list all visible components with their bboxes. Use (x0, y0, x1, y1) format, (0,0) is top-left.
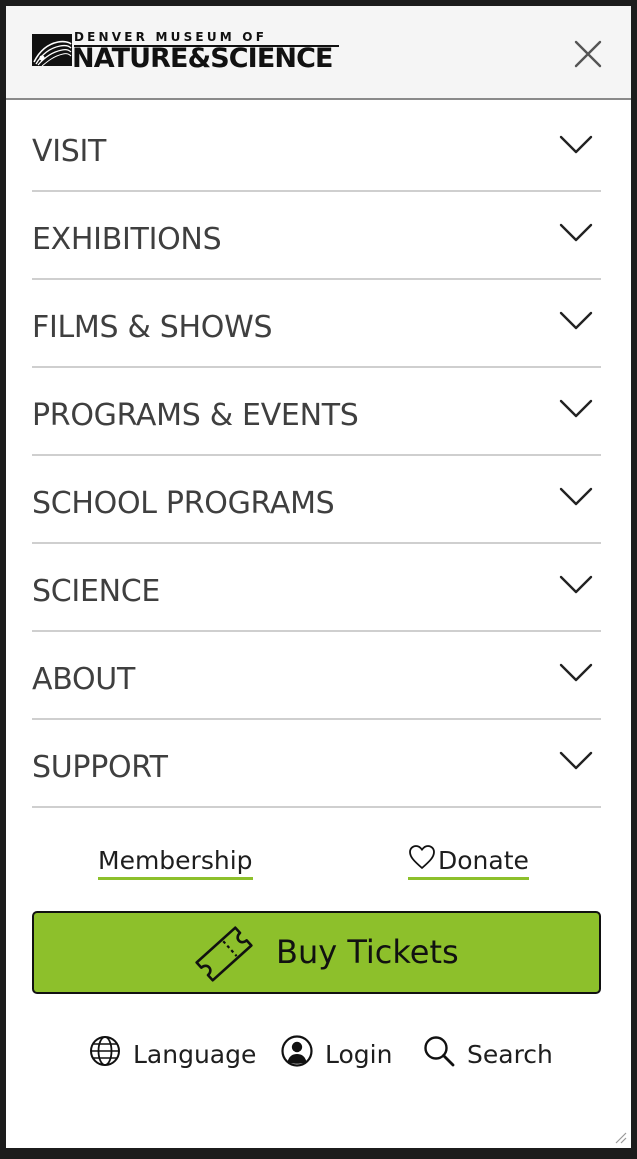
nav-item-label: SUPPORT (32, 750, 168, 785)
nav-item-label: FILMS & SHOWS (32, 310, 273, 345)
donate-link[interactable]: Donate (408, 845, 529, 880)
buy-tickets-button[interactable]: Buy Tickets (32, 911, 601, 994)
chevron-down-icon[interactable] (559, 486, 593, 508)
menu-header: DENVER MUSEUM OF NATURE&SCIENCE (6, 6, 631, 100)
membership-link[interactable]: Membership (98, 846, 253, 880)
nav-item-label: ABOUT (32, 662, 135, 697)
nav-item-exhibitions[interactable]: EXHIBITIONS (32, 192, 601, 280)
nav-item-label: VISIT (32, 134, 107, 169)
donate-label: Donate (438, 846, 529, 875)
heart-icon (409, 845, 435, 869)
museum-logo[interactable]: DENVER MUSEUM OF NATURE&SCIENCE (32, 30, 352, 78)
globe-icon (90, 1036, 120, 1066)
logo-mark-icon (32, 34, 72, 67)
login-label: Login (325, 1040, 393, 1069)
buy-tickets-label: Buy Tickets (276, 933, 459, 971)
chevron-down-icon[interactable] (559, 310, 593, 332)
nav-item-science[interactable]: SCIENCE (32, 544, 601, 632)
chevron-down-icon[interactable] (559, 574, 593, 596)
nav-item-label: SCIENCE (32, 574, 161, 609)
nav-item-programs-events[interactable]: PROGRAMS & EVENTS (32, 368, 601, 456)
search-label: Search (467, 1040, 553, 1069)
nav-item-label: PROGRAMS & EVENTS (32, 398, 359, 433)
search-icon (424, 1036, 455, 1067)
utility-bar: Language Login Search (6, 1032, 631, 1072)
nav-item-label: EXHIBITIONS (32, 222, 222, 257)
chevron-down-icon[interactable] (559, 750, 593, 772)
nav-item-school-programs[interactable]: SCHOOL PROGRAMS (32, 456, 601, 544)
logo-main-text: NATURE&SCIENCE (72, 43, 333, 74)
ticket-icon (195, 926, 253, 982)
nav-item-about[interactable]: ABOUT (32, 632, 601, 720)
nav-item-label: SCHOOL PROGRAMS (32, 486, 335, 521)
user-circle-icon (281, 1035, 313, 1067)
nav-item-support[interactable]: SUPPORT (32, 720, 601, 808)
chevron-down-icon[interactable] (559, 222, 593, 244)
chevron-down-icon[interactable] (559, 662, 593, 684)
nav-item-visit[interactable]: VISIT (32, 104, 601, 192)
chevron-down-icon[interactable] (559, 134, 593, 156)
close-icon[interactable] (572, 38, 604, 70)
language-button[interactable]: Language (88, 1032, 256, 1072)
main-nav: VISIT EXHIBITIONS FILMS & SHOWS PROGRAMS… (32, 104, 601, 808)
chevron-down-icon[interactable] (559, 398, 593, 420)
quick-links: Membership Donate (6, 842, 631, 882)
search-button[interactable]: Search (422, 1032, 553, 1072)
language-label: Language (133, 1040, 257, 1069)
nav-item-films-shows[interactable]: FILMS & SHOWS (32, 280, 601, 368)
resize-grip-icon[interactable] (613, 1130, 627, 1144)
logo-top-text: DENVER MUSEUM OF (74, 30, 268, 44)
login-button[interactable]: Login (280, 1032, 393, 1072)
menu-panel: DENVER MUSEUM OF NATURE&SCIENCE VISIT EX… (6, 6, 631, 1148)
